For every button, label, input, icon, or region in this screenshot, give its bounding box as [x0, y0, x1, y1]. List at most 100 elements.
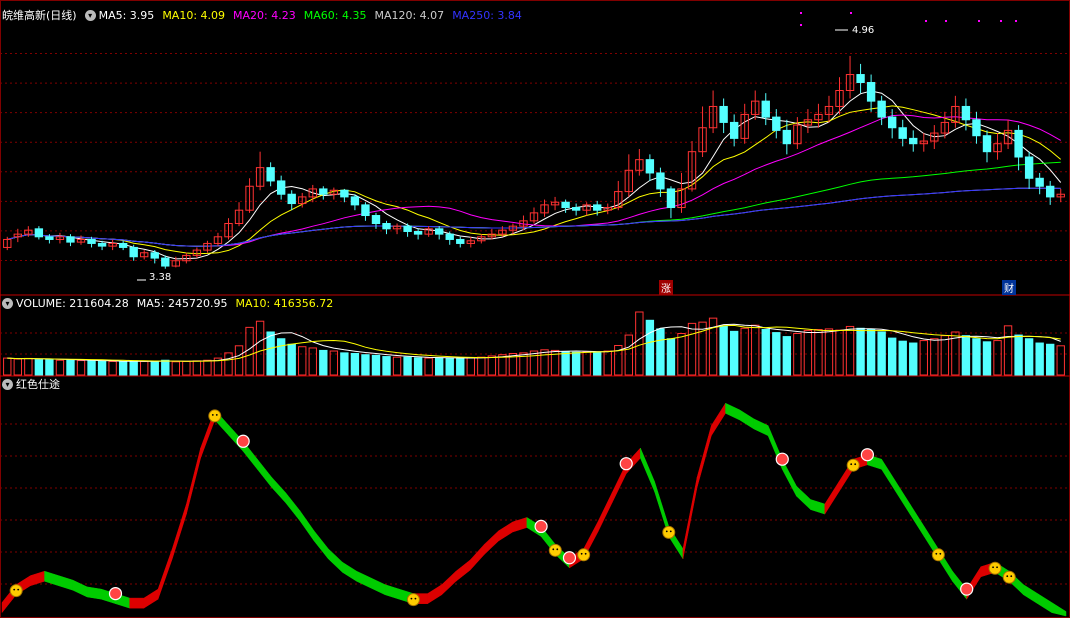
indicator-band-segment — [739, 409, 755, 430]
volume-bar — [382, 356, 391, 376]
indicator-band-segment — [824, 480, 840, 515]
marker-dot — [850, 12, 852, 14]
ball-signal-icon — [562, 551, 577, 565]
event-tag-zhang[interactable]: 涨 — [659, 280, 673, 295]
candle-body — [719, 105, 728, 123]
candle-body — [909, 137, 918, 145]
indicator-band-segment — [313, 530, 329, 560]
volume-bar — [34, 359, 44, 376]
candle-body — [561, 201, 570, 209]
smiley-face-icon — [9, 584, 23, 598]
smiley-eye — [996, 566, 998, 569]
smiley-face-icon — [931, 548, 945, 562]
indicator-band-segment — [895, 480, 911, 515]
indicator-band-segment — [157, 548, 173, 600]
indicator-name: 红色仕途 — [16, 378, 60, 391]
chevron-down-icon[interactable]: ▾ — [84, 9, 96, 21]
indicator-band-segment — [342, 561, 357, 582]
volume-bar — [413, 357, 423, 376]
volume-bar — [466, 357, 475, 376]
volume-bar — [150, 360, 159, 376]
volume-bar — [435, 357, 444, 376]
smiley-eye — [669, 530, 672, 533]
smiley-eye — [939, 552, 942, 555]
smiley-face-icon — [846, 458, 860, 472]
volume-bar — [856, 327, 865, 376]
smiley-face-icon — [548, 543, 562, 557]
volume-bar — [234, 345, 244, 376]
candle-body — [403, 225, 412, 232]
candle-body — [287, 193, 296, 205]
candle-body — [866, 82, 876, 102]
event-tag-cai[interactable]: 财 — [1002, 280, 1016, 295]
smiley-eye — [580, 552, 583, 555]
indicator-band-segment — [640, 447, 655, 492]
indicator-band-segment — [881, 458, 897, 493]
volume-bar — [129, 360, 138, 376]
volume-bar — [1046, 343, 1055, 376]
volume-bar — [961, 335, 971, 376]
smiley-face-icon — [208, 409, 222, 423]
ma-line-60 — [7, 161, 1061, 247]
indicator-band-segment — [484, 530, 499, 555]
indicator-band-segment — [427, 584, 443, 605]
indicator-band-segment — [682, 477, 698, 559]
volume-bar — [361, 354, 370, 376]
candle-body — [382, 223, 391, 230]
volume-bar — [308, 347, 317, 376]
volume-bar — [171, 361, 181, 376]
indicator-band-segment — [725, 402, 740, 421]
smiley-eye — [1010, 575, 1013, 578]
indicator-band-segment — [753, 418, 769, 437]
volume-ma5-label: MA5: 245720.95 — [136, 296, 228, 310]
smiley-eye — [410, 597, 413, 600]
volume-bar — [118, 361, 128, 376]
indicator-band-segment — [271, 476, 286, 504]
candle-body — [34, 228, 44, 238]
volume-bar — [561, 351, 570, 376]
chevron-down-icon[interactable]: ▾ — [2, 378, 13, 390]
candle-body — [982, 135, 992, 153]
volume-bar — [24, 357, 33, 376]
ball-signal-icon — [108, 586, 123, 601]
volume-bar — [319, 349, 328, 376]
smiley-eye — [13, 588, 16, 591]
volume-bar — [972, 338, 981, 376]
chevron-down-icon[interactable]: ▾ — [2, 297, 13, 309]
candle-body — [266, 167, 275, 182]
candle-body — [961, 105, 971, 121]
volume-bar — [930, 338, 939, 376]
ma-line-5 — [7, 90, 1062, 260]
volume-bar — [645, 319, 655, 376]
volume-bar — [993, 340, 1002, 376]
ma-legend-item: MA120: 4.07 — [374, 8, 445, 22]
volume-panel-header: ▾ VOLUME: 211604.28 MA5: 245720.95 MA10:… — [2, 296, 341, 310]
candle-body — [666, 188, 676, 209]
candle-body — [761, 100, 770, 118]
ma-legend-item: MA20: 4.23 — [233, 8, 296, 22]
candle-body — [856, 74, 865, 84]
volume-bar — [898, 340, 907, 376]
volume-bar — [456, 357, 465, 376]
volume-label: VOLUME: 211604.28 — [16, 296, 129, 310]
volume-bar — [687, 322, 697, 376]
smiley-eye — [17, 588, 20, 591]
volume-bar — [392, 356, 402, 376]
volume-bar — [940, 335, 950, 376]
volume-bar — [340, 352, 349, 376]
marker-dot — [1015, 20, 1017, 22]
ma-legend-item: MA60: 4.35 — [303, 8, 367, 22]
ball-signal-icon — [960, 582, 974, 596]
candle-body — [371, 215, 381, 225]
candle-body — [571, 207, 581, 211]
volume-bar — [403, 356, 412, 376]
volume-bar — [161, 359, 170, 376]
marker-dot — [925, 20, 927, 22]
volume-bar — [13, 358, 22, 376]
ma-legend-item: MA10: 4.09 — [162, 8, 226, 22]
candle-body — [87, 238, 96, 244]
volume-bar — [582, 351, 591, 376]
ball-signal-icon — [860, 448, 874, 462]
volume-bar — [793, 333, 802, 376]
indicator-band-segment — [512, 517, 528, 533]
